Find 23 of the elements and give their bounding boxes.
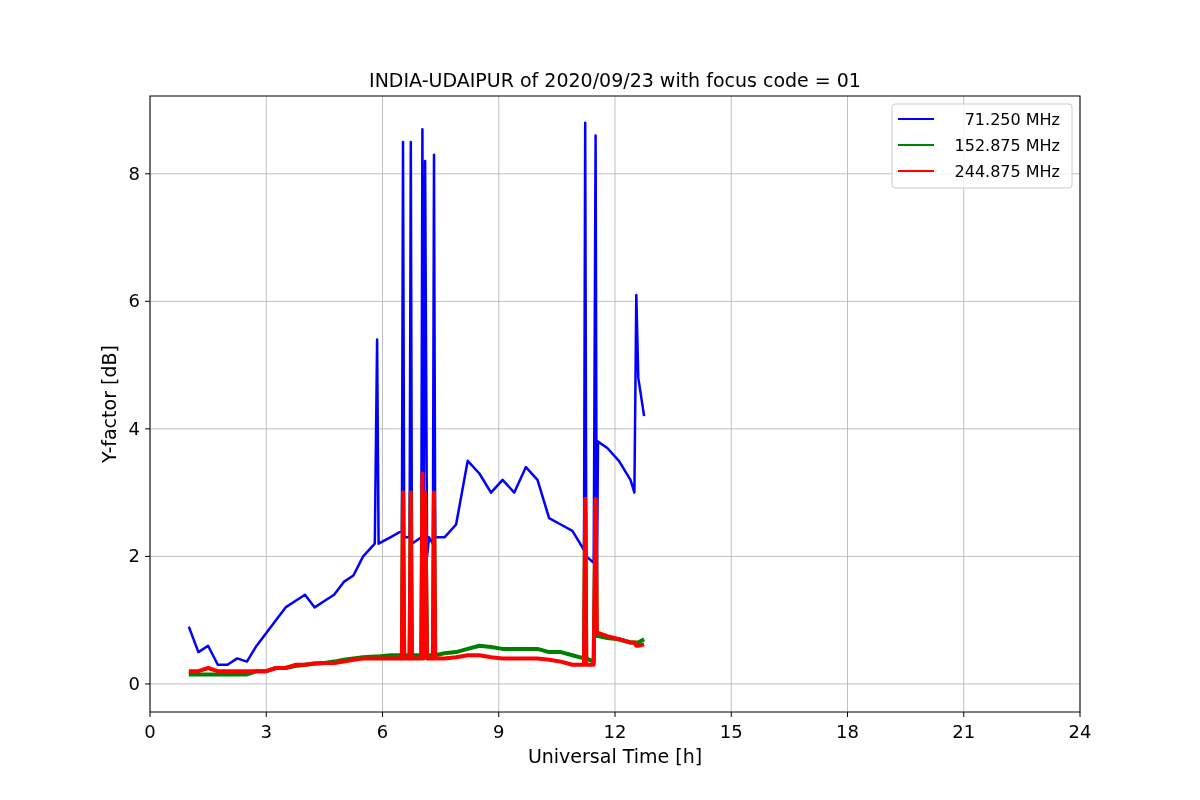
y-tick-label: 4 bbox=[128, 417, 140, 439]
legend-label: 71.250 MHz bbox=[964, 110, 1060, 129]
x-tick-label: 18 bbox=[836, 721, 859, 742]
legend-label: 152.875 MHz bbox=[954, 136, 1060, 155]
x-tick-label: 12 bbox=[603, 721, 627, 742]
x-tick-label: 15 bbox=[719, 721, 743, 742]
legend-line-icon bbox=[897, 144, 935, 146]
x-axis-label: Universal Time [h] bbox=[527, 745, 703, 767]
y-tick-label: 8 bbox=[128, 162, 140, 184]
x-tick-label: 3 bbox=[260, 721, 272, 742]
x-tick-label: 6 bbox=[376, 721, 389, 742]
chart-title: INDIA-UDAIPUR of 2020/09/23 with focus code = 01 bbox=[369, 69, 861, 91]
legend-line-icon bbox=[897, 170, 935, 172]
legend-line-icon bbox=[897, 118, 935, 120]
x-tick-label: 0 bbox=[144, 721, 156, 742]
x-tick-label: 24 bbox=[1068, 721, 1092, 742]
y-axis-label: Y-factor [dB] bbox=[98, 345, 120, 463]
x-tick-label: 9 bbox=[493, 721, 505, 742]
x-tick-label: 21 bbox=[952, 721, 976, 742]
y-tick-label: 0 bbox=[128, 672, 140, 694]
y-tick-label: 2 bbox=[128, 545, 140, 567]
y-tick-label: 6 bbox=[128, 290, 140, 312]
legend-label: 244.875 MHz bbox=[954, 162, 1060, 181]
